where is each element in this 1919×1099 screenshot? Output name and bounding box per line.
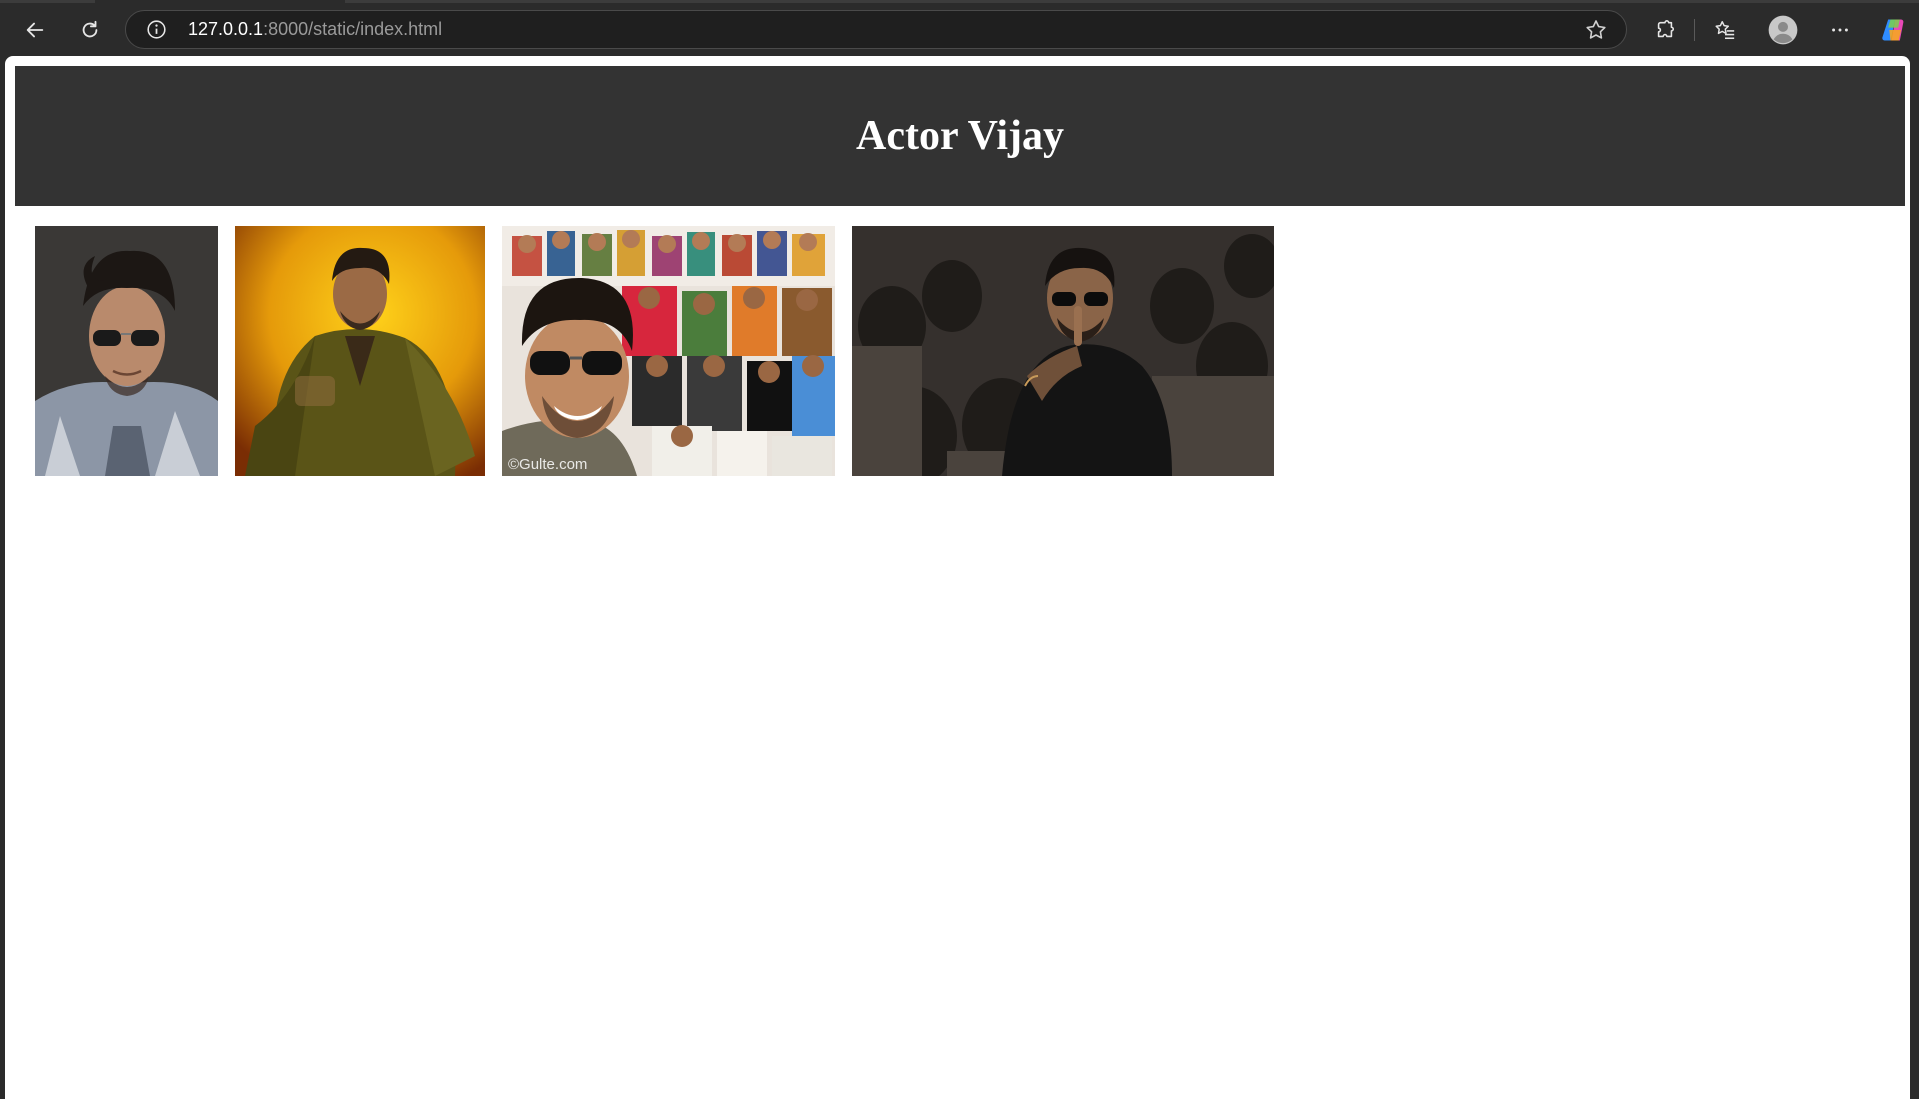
url-host: 127.0.0.1 [188, 19, 264, 39]
browser-toolbar: 127.0.0.1:8000/static/index.html [0, 0, 1919, 59]
vijay-photo-1 [35, 226, 218, 476]
more-dots-icon [1832, 28, 1848, 32]
photo-selfie-crowd [502, 226, 835, 476]
refresh-icon [82, 20, 98, 38]
site-info-icon[interactable] [146, 19, 167, 40]
page-viewport: Actor Vijay ©Gulte.com [5, 56, 1910, 1099]
image-gallery: ©Gulte.com [35, 226, 1274, 476]
address-bar[interactable]: 127.0.0.1:8000/static/index.html [125, 10, 1627, 49]
photo-portrait-sunglasses [35, 226, 218, 476]
url-path: :8000/static/index.html [263, 19, 443, 39]
tab-strip-segment [345, 0, 1919, 3]
photo-watermark: ©Gulte.com [508, 456, 588, 473]
photo-olive-shirt [235, 226, 485, 476]
tab-strip-segment [0, 0, 95, 3]
copilot-button[interactable] [1876, 12, 1912, 48]
favorites-list-icon [1715, 21, 1735, 40]
avatar-icon [1768, 15, 1798, 45]
photo-finger-on-lips [852, 226, 1274, 476]
page-title: Actor Vijay [855, 113, 1064, 159]
vijay-photo-2 [235, 226, 485, 476]
more-menu-button[interactable] [1822, 12, 1858, 48]
profile-button[interactable] [1765, 12, 1801, 48]
vijay-photo-4 [852, 226, 1274, 476]
copilot-icon [1882, 19, 1904, 41]
favorite-star-icon[interactable] [1584, 18, 1608, 42]
vijay-photo-3: ©Gulte.com [502, 226, 835, 476]
favorites-button[interactable] [1707, 12, 1743, 48]
extensions-button[interactable] [1647, 12, 1683, 48]
page-header: Actor Vijay [15, 66, 1905, 206]
arrow-left-icon [26, 22, 44, 38]
back-button[interactable] [17, 12, 53, 48]
toolbar-divider [1694, 19, 1695, 41]
url-text[interactable]: 127.0.0.1:8000/static/index.html [188, 11, 442, 48]
puzzle-icon [1657, 20, 1675, 38]
reload-button[interactable] [72, 12, 108, 48]
